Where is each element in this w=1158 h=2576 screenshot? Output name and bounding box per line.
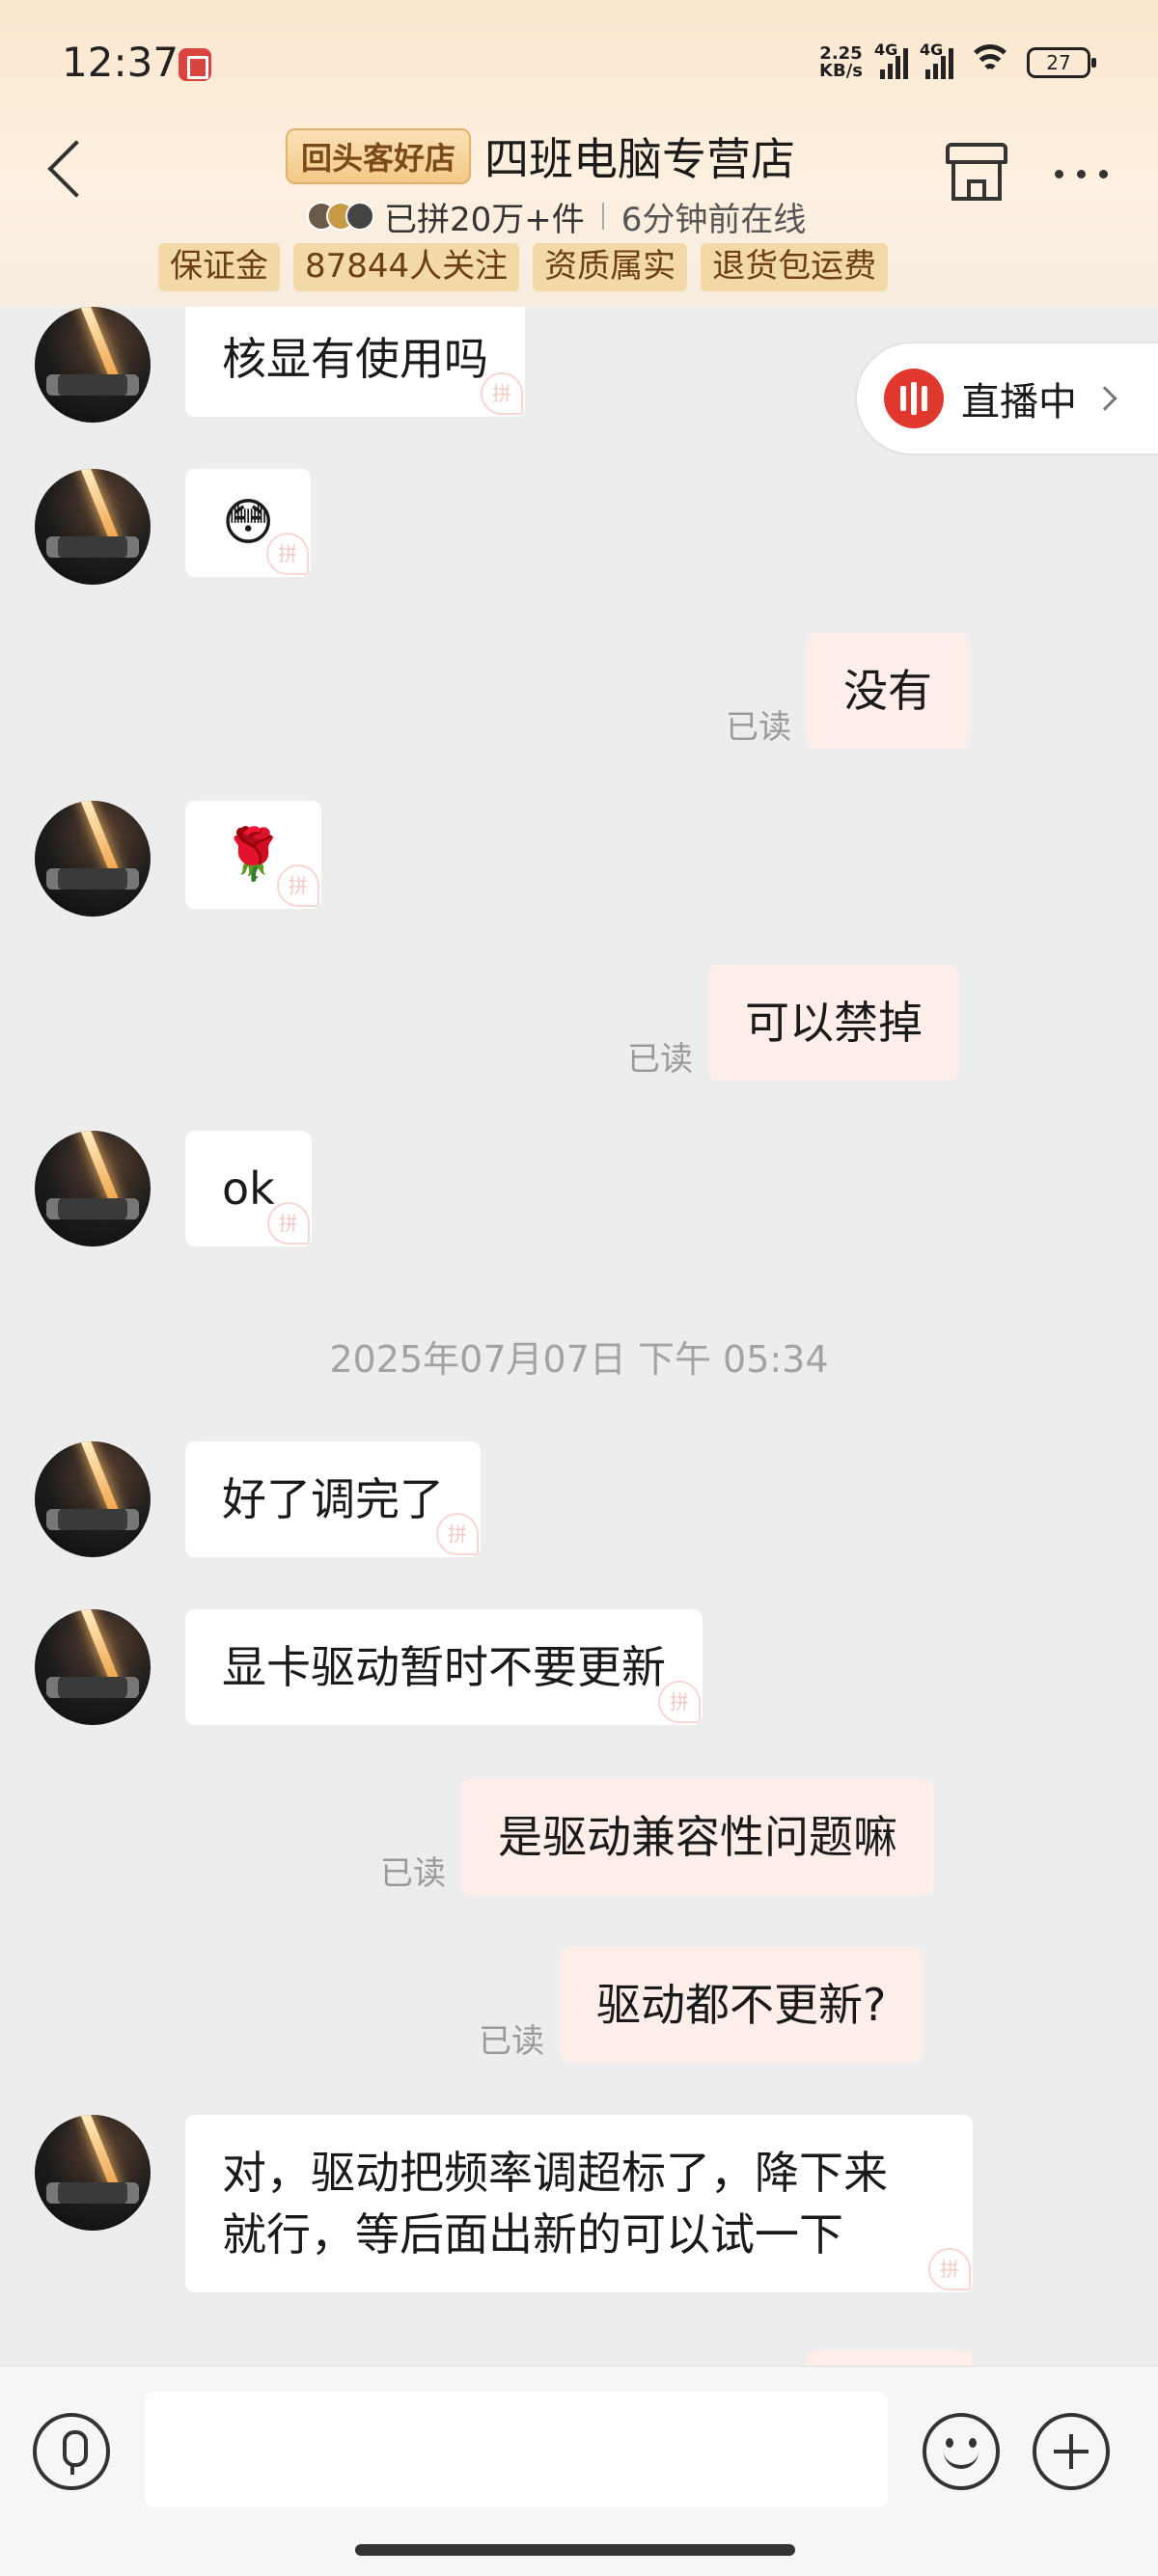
seller-avatar[interactable] [35,1609,151,1725]
live-stream-button[interactable]: 直播中 [855,342,1158,455]
online-status: 6分钟前在线 [620,200,807,239]
cellular-signal-icon: 4G [874,41,908,79]
repeat-customer-badge: 回头客好店 [286,128,472,184]
chat-timestamp: 2025年07月07日 下午 05:34 [329,1338,829,1381]
network-speed-unit: KB/s [819,61,863,81]
my-avatar [1004,963,1119,1079]
input-bar [0,2366,1158,2576]
seller-avatar[interactable] [35,801,151,917]
back-arrow-icon[interactable] [39,133,87,201]
divider [601,203,604,230]
seller-avatar[interactable] [35,307,151,423]
my-avatar [1004,1777,1119,1893]
message-bubble-incoming[interactable]: 核显有使用吗 [185,307,525,417]
message-bubble-incoming[interactable]: 对，驱动把频率调超标了，降下来 就行，等后面出新的可以试一下 [185,2115,973,2292]
status-bar: 12:37 2.25 KB/s 4G 4G 27 [0,0,1158,125]
read-status: 已读 [380,1854,446,1893]
message-bubble-emoji[interactable]: 😳 [185,469,312,577]
tag-followers: 87844人关注 [293,243,520,291]
more-icon[interactable] [1042,154,1119,193]
message-bubble-outgoing[interactable]: 是驱动兼容性问题嘛 [461,1779,934,1895]
emoji-icon[interactable] [923,2413,1000,2490]
status-time: 12:37 [62,39,179,86]
tag-verified: 资质属实 [533,243,688,291]
battery-icon: 27 [1027,47,1096,78]
message-input[interactable] [145,2392,888,2507]
message-bubble-incoming[interactable]: ok [185,1131,312,1247]
home-indicator[interactable] [355,2544,795,2556]
message-line: 对，驱动把频率调超标了，降下来 [222,2147,888,2199]
store-icon[interactable] [946,143,1007,203]
wifi-icon [967,44,1013,81]
seller-avatar[interactable] [35,469,151,585]
chat-header: 12:37 2.25 KB/s 4G 4G 27 回头客好店 四班电脑专营店 已… [0,0,1158,307]
message-bubble-incoming[interactable]: 显卡驱动暂时不要更新 [185,1609,703,1725]
seller-avatar[interactable] [35,2115,151,2231]
store-name[interactable]: 四班电脑专营店 [484,124,795,188]
cellular-signal-icon-2: 4G [920,41,953,79]
status-indicators: 2.25 KB/s 4G 4G 27 [819,39,1096,87]
store-title[interactable]: 回头客好店 四班电脑专营店 [286,127,795,185]
chevron-right-icon [1092,386,1117,411]
my-avatar [1004,1945,1119,2061]
store-tags: 保证金 87844人关注 资质属实 退货包运费 [158,243,889,291]
my-avatar [1004,631,1119,747]
buyer-avatars [307,202,374,231]
read-status: 已读 [479,2022,544,2061]
sold-count: 已拼20万+件 [384,200,585,239]
seller-avatar[interactable] [35,1131,151,1247]
signal-label-2: 4G [920,41,944,59]
network-speed: 2.25 KB/s [819,45,863,80]
message-bubble-outgoing-partial[interactable] [807,2350,973,2366]
live-icon [884,369,944,428]
tag-deposit: 保证金 [158,243,280,291]
message-line: 就行，等后面出新的可以试一下 [222,2208,843,2261]
live-label: 直播中 [961,380,1077,425]
chat-messages[interactable]: 核显有使用吗 😳 已读 没有 🌹 已读 可以禁掉 ok 2025年07月07日 … [0,307,1158,2366]
message-bubble-incoming[interactable]: 好了调完了 [185,1441,481,1557]
seller-avatar[interactable] [35,1441,151,1557]
store-stats: 已拼20万+件 6分钟前在线 [307,193,806,239]
signal-label: 4G [874,41,898,59]
message-bubble-outgoing[interactable]: 没有 [807,633,969,749]
plus-icon[interactable] [1033,2413,1110,2490]
voice-icon[interactable] [33,2413,110,2490]
tag-return-shipping: 退货包运费 [701,243,889,291]
message-bubble-emoji[interactable]: 🌹 [185,801,321,909]
message-bubble-outgoing[interactable]: 可以禁掉 [708,965,959,1081]
message-bubble-outgoing[interactable]: 驱动都不更新? [560,1947,924,2063]
notification-app-icon [179,48,211,81]
read-status: 已读 [627,1040,693,1079]
read-status: 已读 [726,708,791,747]
